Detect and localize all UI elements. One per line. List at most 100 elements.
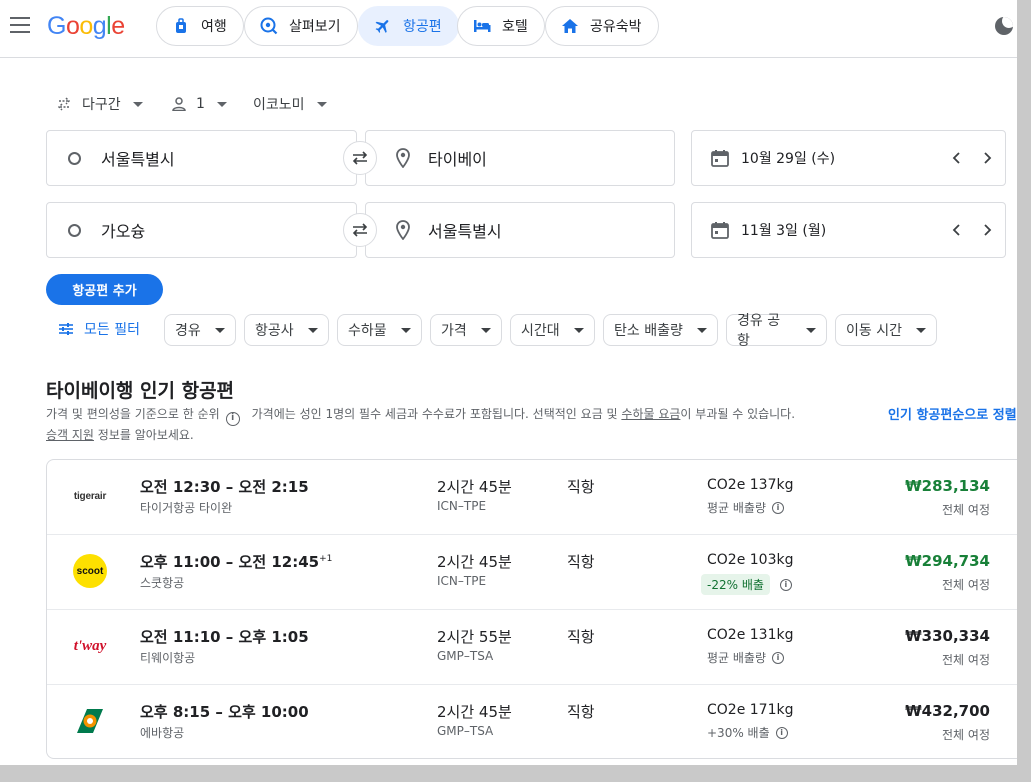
co2-emissions: CO2e 171kg — [707, 702, 794, 718]
window-backdrop — [0, 765, 1031, 782]
emissions-note: +30% 배출 i — [707, 724, 788, 741]
explore-icon — [259, 16, 279, 36]
nav-hotels[interactable]: 호텔 — [457, 6, 545, 46]
flight-times: 오후 11:00 – 오전 12:45+1 — [140, 553, 333, 571]
tway-logo: t'way — [73, 637, 107, 654]
flight-duration: 2시간 55분 — [437, 628, 512, 646]
nav-vacation-rentals[interactable]: 공유숙박 — [545, 6, 659, 46]
location-pin-icon — [392, 220, 414, 240]
flight-duration: 2시간 45분 — [437, 703, 512, 721]
flight-stops: 직항 — [567, 478, 595, 496]
airline-name: 타이거항공 타이완 — [140, 501, 233, 515]
leg-1-origin-field[interactable]: 서울특별시 — [46, 130, 357, 186]
swap-arrows-icon — [352, 151, 368, 165]
hotel-bed-icon — [472, 16, 492, 36]
flight-stops: 직항 — [567, 553, 595, 571]
results-info-line: 가격 및 편의성을 기준으로 한 순위 i 가격에는 성인 1명의 필수 세금과 수… — [46, 405, 795, 426]
co2-emissions: CO2e 103kg — [707, 552, 794, 568]
leg-2-origin-field[interactable]: 가오슝 — [46, 202, 357, 258]
all-filters-button[interactable]: 모든 필터 — [58, 314, 140, 344]
nav-travel[interactable]: 여행 — [156, 6, 244, 46]
multi-city-icon — [56, 97, 72, 111]
flight-icon — [373, 16, 393, 36]
flight-row[interactable]: tigerair 오전 12:30 – 오전 2:15 타이거항공 타이완 2시… — [47, 460, 1031, 535]
filter-times[interactable]: 시간대 — [510, 314, 595, 346]
flight-price: ₩432,700 — [905, 702, 990, 720]
bag-fees-link[interactable]: 수하물 요금 — [621, 407, 680, 421]
filter-stops[interactable]: 경유 — [164, 314, 236, 346]
flight-row[interactable]: scoot 오후 11:00 – 오전 12:45+1 스쿳항공 2시간 45분… — [47, 535, 1031, 610]
leg-2-swap-button[interactable] — [343, 213, 377, 247]
filter-price[interactable]: 가격 — [430, 314, 502, 346]
nav-explore[interactable]: 살펴보기 — [244, 6, 358, 46]
filter-duration[interactable]: 이동 시간 — [835, 314, 937, 346]
info-icon[interactable]: i — [772, 501, 785, 514]
flight-price: ₩330,334 — [905, 627, 990, 645]
info-icon[interactable]: i — [225, 412, 240, 426]
co2-emissions: CO2e 131kg — [707, 627, 794, 643]
chevron-right-icon — [984, 152, 992, 164]
results-title: 타이베이행 인기 항공편 — [46, 380, 235, 402]
travel-bag-icon — [171, 16, 191, 36]
flight-price: ₩294,734 — [905, 552, 990, 570]
nav-flights[interactable]: 항공편 — [358, 6, 459, 46]
window-backdrop — [1017, 15, 1031, 782]
airline-name: 스쿳항공 — [140, 576, 185, 590]
flight-duration: 2시간 45분 — [437, 478, 512, 496]
emissions-badge: -22% 배출 i — [701, 574, 792, 595]
filter-bags[interactable]: 수하물 — [337, 314, 422, 346]
menu-icon[interactable] — [10, 17, 30, 33]
origin-circle-icon — [68, 223, 81, 237]
flight-route: ICN–TPE — [437, 574, 487, 588]
leg-1-destination-field[interactable]: 타이베이 — [365, 130, 675, 186]
calendar-icon — [709, 149, 731, 167]
filter-emissions[interactable]: 탄소 배출량 — [603, 314, 718, 346]
chevron-right-icon — [984, 224, 992, 236]
tune-icon — [58, 322, 74, 336]
flight-row[interactable]: 오후 8:15 – 오후 10:00 에바항공 2시간 45분 GMP–TSA … — [47, 685, 1031, 760]
flight-route: GMP–TSA — [437, 724, 494, 738]
trip-type-select[interactable]: 다구간 — [56, 92, 143, 116]
price-type: 전체 여정 — [942, 578, 990, 592]
emissions-note: 평균 배출량 i — [707, 499, 785, 516]
emissions-note: 평균 배출량 i — [707, 649, 785, 666]
leg-2-destination-field[interactable]: 서울특별시 — [365, 202, 675, 258]
info-icon[interactable]: i — [772, 651, 785, 664]
dark-mode-icon[interactable] — [995, 17, 1013, 35]
leg-1-swap-button[interactable] — [343, 141, 377, 175]
person-icon — [172, 97, 186, 111]
flights-page: Google 여행 살펴보기 항공편 호텔 공유숙박 다구간 1 이코노미 서울… — [0, 0, 1031, 782]
flight-duration: 2시간 45분 — [437, 553, 512, 571]
flight-row[interactable]: t'way 오전 11:10 – 오후 1:05 티웨이항공 2시간 55분 G… — [47, 610, 1031, 685]
eva-air-logo — [70, 703, 110, 739]
leg-2-prev-date-button[interactable] — [946, 220, 966, 240]
origin-circle-icon — [68, 151, 81, 165]
flight-times: 오전 12:30 – 오전 2:15 — [140, 478, 309, 496]
sort-button[interactable]: 인기 항공편순으로 정렬됨 — [888, 404, 1029, 423]
price-type: 전체 여정 — [942, 503, 990, 517]
co2-emissions: CO2e 137kg — [707, 477, 794, 493]
leg-1-next-date-button[interactable] — [978, 148, 998, 168]
flight-route: ICN–TPE — [437, 499, 487, 513]
leg-2-next-date-button[interactable] — [978, 220, 998, 240]
passengers-select[interactable]: 1 — [172, 92, 227, 116]
flight-price: ₩283,134 — [905, 477, 990, 495]
leg-1-prev-date-button[interactable] — [946, 148, 966, 168]
cabin-class-select[interactable]: 이코노미 — [253, 92, 327, 116]
airline-name: 에바항공 — [140, 726, 185, 740]
home-icon — [560, 16, 580, 36]
top-bar: Google 여행 살펴보기 항공편 호텔 공유숙박 — [0, 0, 1031, 58]
add-flight-button[interactable]: 항공편 추가 — [46, 274, 163, 305]
passenger-assistance-link[interactable]: 승객 지원 — [46, 428, 94, 442]
info-icon[interactable]: i — [779, 578, 792, 591]
filter-connecting-airports[interactable]: 경유 공항 — [726, 313, 827, 349]
info-icon[interactable]: i — [775, 726, 788, 739]
window-backdrop — [1017, 0, 1031, 15]
swap-arrows-icon — [352, 223, 368, 237]
airline-name: 티웨이항공 — [140, 651, 196, 665]
chevron-left-icon — [952, 152, 960, 164]
flight-results-list: tigerair 오전 12:30 – 오전 2:15 타이거항공 타이완 2시… — [46, 459, 1031, 759]
filter-airlines[interactable]: 항공사 — [244, 314, 329, 346]
flight-times: 오전 11:10 – 오후 1:05 — [140, 628, 309, 646]
google-logo[interactable]: Google — [47, 12, 125, 41]
